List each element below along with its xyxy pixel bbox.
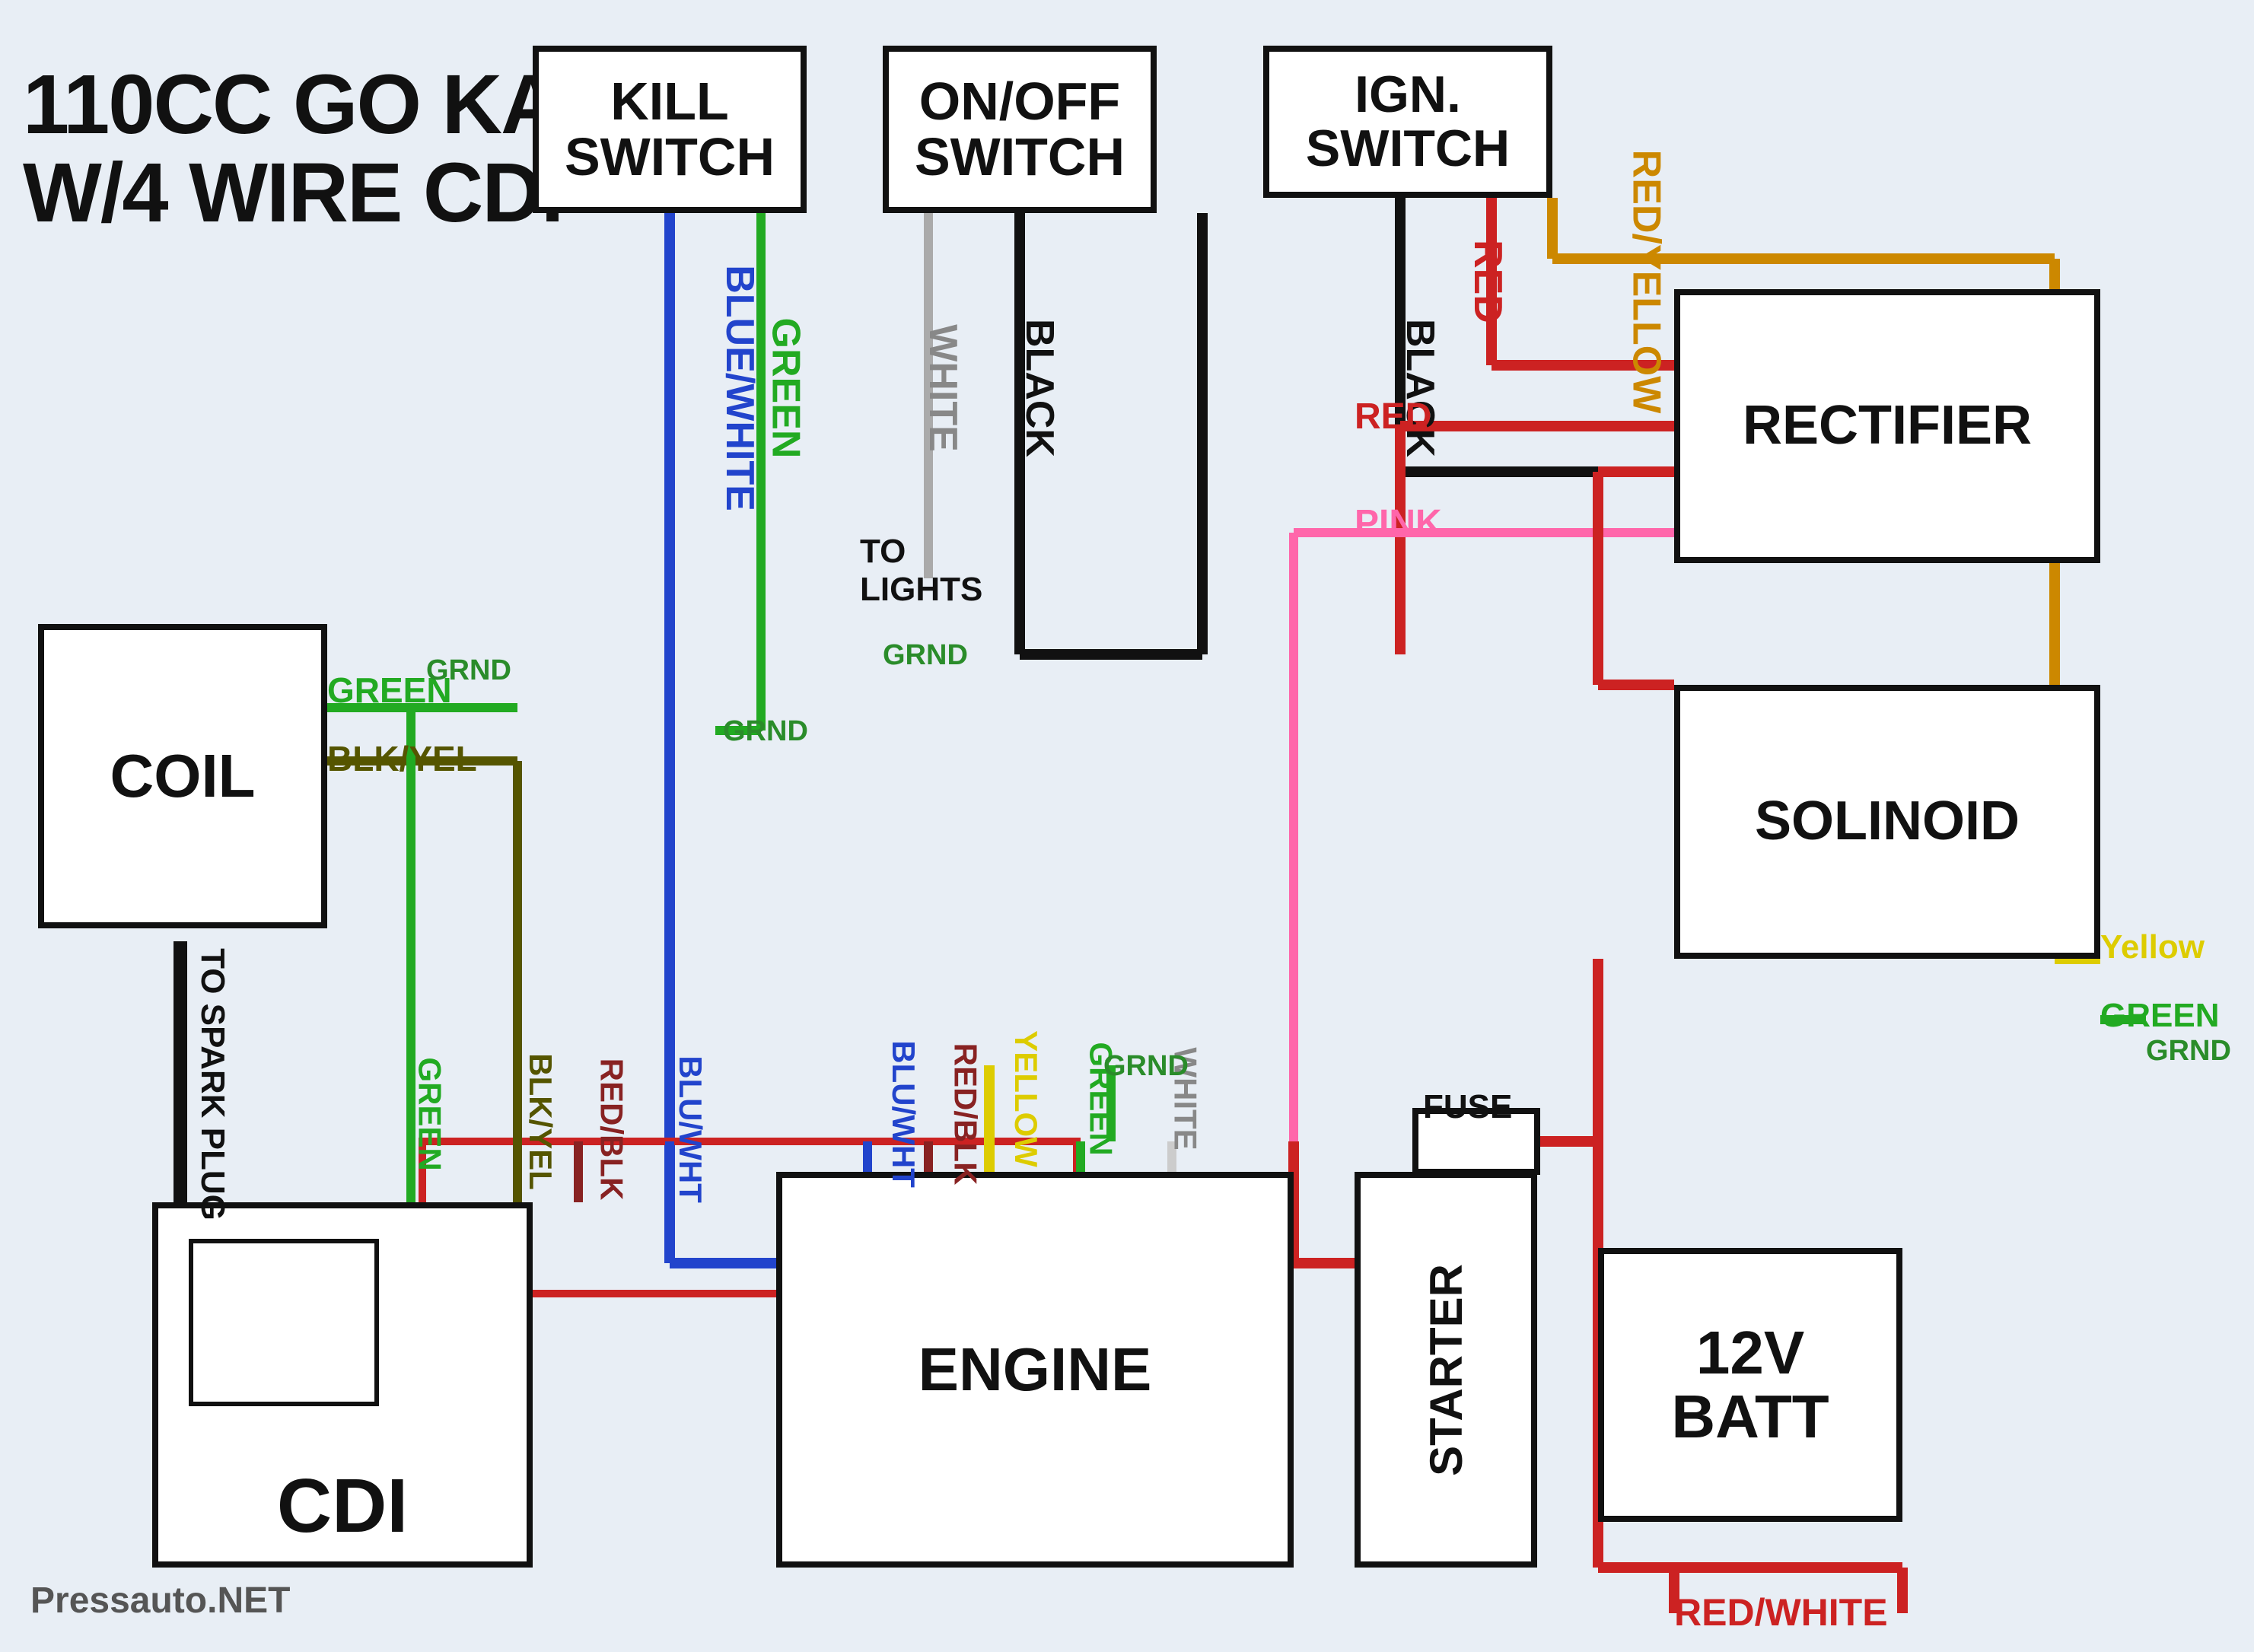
blu-wht-eng-label: BLU/WHT	[885, 1040, 922, 1188]
solinoid-component: SOLINOID	[1674, 685, 2100, 959]
grnd-sol-label: GRND	[2146, 1035, 2231, 1068]
to-lights-label: TOLIGHTS	[860, 533, 982, 609]
kill-switch-component: KILLSWITCH	[533, 46, 807, 213]
green-cdi-label: GREEN	[412, 1057, 448, 1170]
to-spark-plug-label: TO SPARK PLUG	[193, 948, 231, 1221]
rectifier-component: RECTIFIER	[1674, 289, 2100, 563]
onoff-switch-label: ON/OFFSWITCH	[915, 74, 1125, 186]
cdi-component: CDI	[152, 1202, 533, 1568]
red-rect-label: RED	[1355, 396, 1431, 438]
blue-white-label: BLUE/WHITE	[717, 265, 762, 511]
yellow-sol-label: Yellow	[2100, 928, 2205, 966]
cdi-inner-box	[189, 1239, 379, 1406]
black1-label: BLACK	[1017, 319, 1062, 457]
diagram-container: 110CC GO KART W/4 WIRE CDI COIL KILLSWIT…	[0, 0, 2254, 1652]
solinoid-label: SOLINOID	[1755, 793, 2020, 851]
yellow-eng-label: YELLOW	[1008, 1030, 1044, 1167]
pink-label: PINK	[1355, 502, 1442, 544]
starter-label: STARTER	[1422, 1264, 1470, 1476]
starter-component: STARTER	[1355, 1172, 1537, 1568]
ign-switch-component: IGN.SWITCH	[1263, 46, 1552, 198]
red-label: RED	[1465, 240, 1511, 323]
fuse-label: FUSE	[1423, 1088, 1512, 1126]
red-blk-eng-label: RED/BLK	[947, 1043, 983, 1186]
cdi-label: CDI	[277, 1466, 408, 1546]
battery-component: 12VBATT	[1598, 1248, 1902, 1522]
ign-switch-label: IGN.SWITCH	[1306, 68, 1510, 177]
engine-label: ENGINE	[918, 1338, 1152, 1402]
batt-label: 12VBATT	[1671, 1321, 1829, 1449]
coil-label: COIL	[110, 744, 255, 808]
red-white-batt-label: RED/WHITE	[1674, 1590, 1888, 1634]
blk-yel-cdi-label: BLK/YEL	[522, 1053, 559, 1190]
grnd-kill-label: GRND	[723, 715, 808, 748]
red-yellow-label: RED/YELLOW	[1623, 150, 1669, 414]
white-label: WHITE	[920, 324, 966, 452]
engine-component: ENGINE	[776, 1172, 1294, 1568]
grnd-coil-label: GRND	[426, 654, 511, 687]
watermark: Pressauto.NET	[30, 1580, 290, 1622]
kill-switch-label: KILLSWITCH	[565, 74, 775, 186]
red-blk-cdi-label: RED/BLK	[593, 1058, 629, 1201]
coil-component: COIL	[38, 624, 327, 928]
rectifier-label: RECTIFIER	[1743, 397, 2032, 455]
grnd-onoff-label: GRND	[883, 639, 968, 672]
blu-wht-cdi-label: BLU/WHT	[672, 1055, 708, 1203]
grnd-eng-label: GRND	[1103, 1050, 1189, 1083]
onoff-switch-component: ON/OFFSWITCH	[883, 46, 1157, 213]
green-sol-label: GREEN	[2100, 997, 2219, 1035]
green-kill-label: GREEN	[762, 318, 808, 459]
blk-yel-coil-label: BLK/YEL	[327, 738, 477, 779]
